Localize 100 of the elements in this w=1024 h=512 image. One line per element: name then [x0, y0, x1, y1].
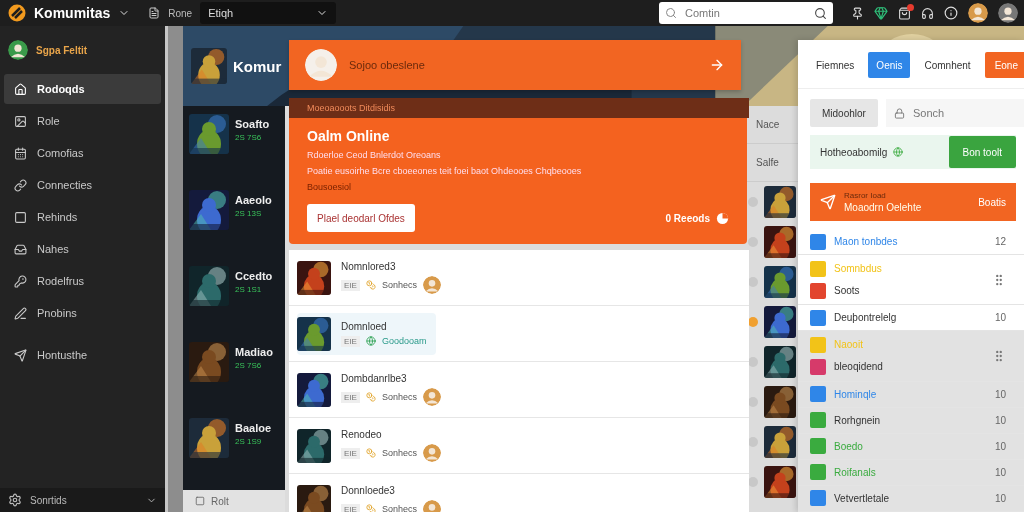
game-stats: 2S 7S6	[235, 361, 263, 370]
sidebar-item[interactable]: Rodoqds	[4, 74, 161, 104]
game-title: Aaeolo	[235, 194, 272, 206]
pencil-icon	[14, 306, 27, 320]
nav-link[interactable]: Rone	[168, 7, 193, 19]
column-heading: Nace	[756, 119, 780, 130]
item-label: Naooit	[834, 339, 863, 351]
column-heading: Salfe	[756, 157, 779, 168]
avatar	[8, 40, 28, 60]
settings-menu[interactable]: Sonrtids	[0, 488, 165, 512]
list-row-highlight[interactable]: Renodeo EIE Sonhecs	[297, 424, 451, 467]
status-dot-icon	[748, 197, 758, 207]
list-row-highlight[interactable]: Domnloed EIE Goodooam	[297, 312, 437, 355]
reads-count: 0 Reeods	[665, 212, 710, 224]
avatar	[422, 500, 441, 512]
item-count: 12	[994, 236, 1006, 248]
list-item[interactable]: Vetvertletale 10	[798, 485, 1024, 512]
gem-icon[interactable]	[874, 6, 888, 20]
sidebar-item[interactable]: Rehinds	[4, 202, 161, 232]
user-name: Sgpa Feltit	[36, 44, 88, 56]
headphones-icon[interactable]	[921, 6, 934, 20]
filter-button[interactable]: Midoohlor	[810, 99, 878, 127]
item-status: Sonhecs	[381, 392, 417, 402]
search-input[interactable]: Comtin	[683, 6, 808, 20]
item-label: Vetvertletale	[834, 492, 891, 504]
game-stats: 2S 1S9	[235, 437, 263, 446]
pin-icon[interactable]	[851, 6, 864, 20]
inbox-icon	[14, 242, 27, 256]
game-title: Soafto	[235, 118, 270, 130]
sidebar-item[interactable]: Nahes	[4, 234, 161, 264]
search-field[interactable]: Comtin	[659, 2, 833, 24]
list-row-highlight[interactable]: Donnloede3 EIE Sonhecs	[297, 480, 451, 512]
avatar	[998, 3, 1018, 23]
game-title: Ccedto	[235, 270, 273, 282]
list-item[interactable]: Hominqle 10	[798, 381, 1024, 408]
item-status: Sonhecs	[381, 280, 417, 290]
globe-icon	[893, 147, 904, 157]
coin-icon	[365, 504, 376, 512]
list-row-highlight[interactable]: Dombdanrlbe3 EIE Sonhecs	[297, 368, 451, 411]
sidebar-item[interactable]: Role	[4, 106, 161, 136]
dropdown[interactable]: Etiqh	[200, 2, 337, 24]
sidebar-item[interactable]: Pnobins	[4, 298, 161, 328]
list-item[interactable]: Boedo 10	[798, 433, 1024, 460]
list-item[interactable]: Somnbdus Soots	[798, 255, 1024, 306]
item-status: Sonhecs	[381, 504, 417, 512]
coin-icon	[365, 448, 376, 458]
item-tag: EIE	[341, 335, 360, 347]
avatar	[422, 276, 441, 294]
list-item[interactable]: Maon tonbdes 12	[798, 229, 1024, 256]
item-label: Soots	[834, 285, 860, 297]
item-tag: EIE	[341, 391, 360, 403]
item-label: Rorhgnein	[834, 414, 882, 426]
footer-link[interactable]: Rolt	[211, 495, 229, 507]
pie-chart-icon	[716, 211, 729, 225]
search-field[interactable]: Sonch	[885, 99, 1024, 127]
square-icon	[14, 210, 27, 224]
list-item[interactable]: Naooit bleoqidend	[798, 331, 1024, 382]
promo-card[interactable]: Rasror Ioad Moaodrn Oelehte Boatis	[810, 183, 1016, 221]
settings-icon	[8, 493, 22, 507]
item-title: Domnloed	[341, 320, 388, 332]
item-count: 10	[994, 440, 1006, 452]
sidebar-item[interactable]: Hontusthe	[4, 340, 161, 370]
item-label: Roifanals	[834, 466, 877, 478]
game-stats: 2S 13S	[235, 209, 263, 218]
bag-icon[interactable]	[898, 6, 911, 20]
item-count: 10	[994, 414, 1006, 426]
promo-eyebrow: Rasror Ioad	[844, 191, 887, 200]
item-tag: EIE	[341, 503, 360, 512]
status-dot-icon	[748, 237, 758, 247]
home-icon	[14, 82, 27, 96]
coin-icon	[365, 392, 376, 402]
key-icon	[14, 274, 27, 288]
notice-text: Hotheoabomilg	[820, 146, 888, 158]
list-item[interactable]: Roifanals 10	[798, 459, 1024, 486]
calendar-icon	[14, 146, 27, 160]
popup-title: Oalm Online	[307, 128, 391, 144]
page-icon	[148, 7, 161, 19]
game-title: Baaloe	[235, 422, 272, 434]
popup-description: Poatie eusoirhe Bcre cboeeones teit foei baot Ohdeooes Chqbeooes	[307, 166, 583, 176]
list-item[interactable]: Deuþontrelelg 10	[798, 305, 1024, 332]
list-row-highlight[interactable]: Nomnlored3 EIE Sonhecs	[297, 256, 451, 299]
sidebar-item[interactable]: Comofias	[4, 138, 161, 168]
send-icon	[14, 348, 27, 362]
sidebar-item[interactable]: Rodelfrus	[4, 266, 161, 296]
search-icon[interactable]	[814, 6, 827, 20]
link-icon	[14, 178, 27, 192]
list-item[interactable]: Rorhgnein 10	[798, 407, 1024, 434]
item-label: Deuþontrelelg	[834, 312, 898, 324]
item-label: bleoqidend	[834, 361, 883, 373]
item-status: Sonhecs	[381, 448, 417, 458]
promo-title: Moaodrn Oelehte	[844, 202, 923, 213]
info-icon[interactable]	[944, 6, 958, 20]
action-button[interactable]: Plael deodarl Ofdes	[307, 204, 415, 232]
game-stats: 2S 7S6	[235, 133, 263, 142]
game-stats: 2S 1S1	[235, 285, 263, 294]
item-label: Boedo	[834, 440, 864, 452]
sidebar-item[interactable]: Connecties	[4, 170, 161, 200]
item-title: Renodeo	[341, 429, 383, 440]
search-input[interactable]: Sonch	[910, 106, 1024, 120]
item-label: Maon tonbdes	[834, 236, 899, 248]
